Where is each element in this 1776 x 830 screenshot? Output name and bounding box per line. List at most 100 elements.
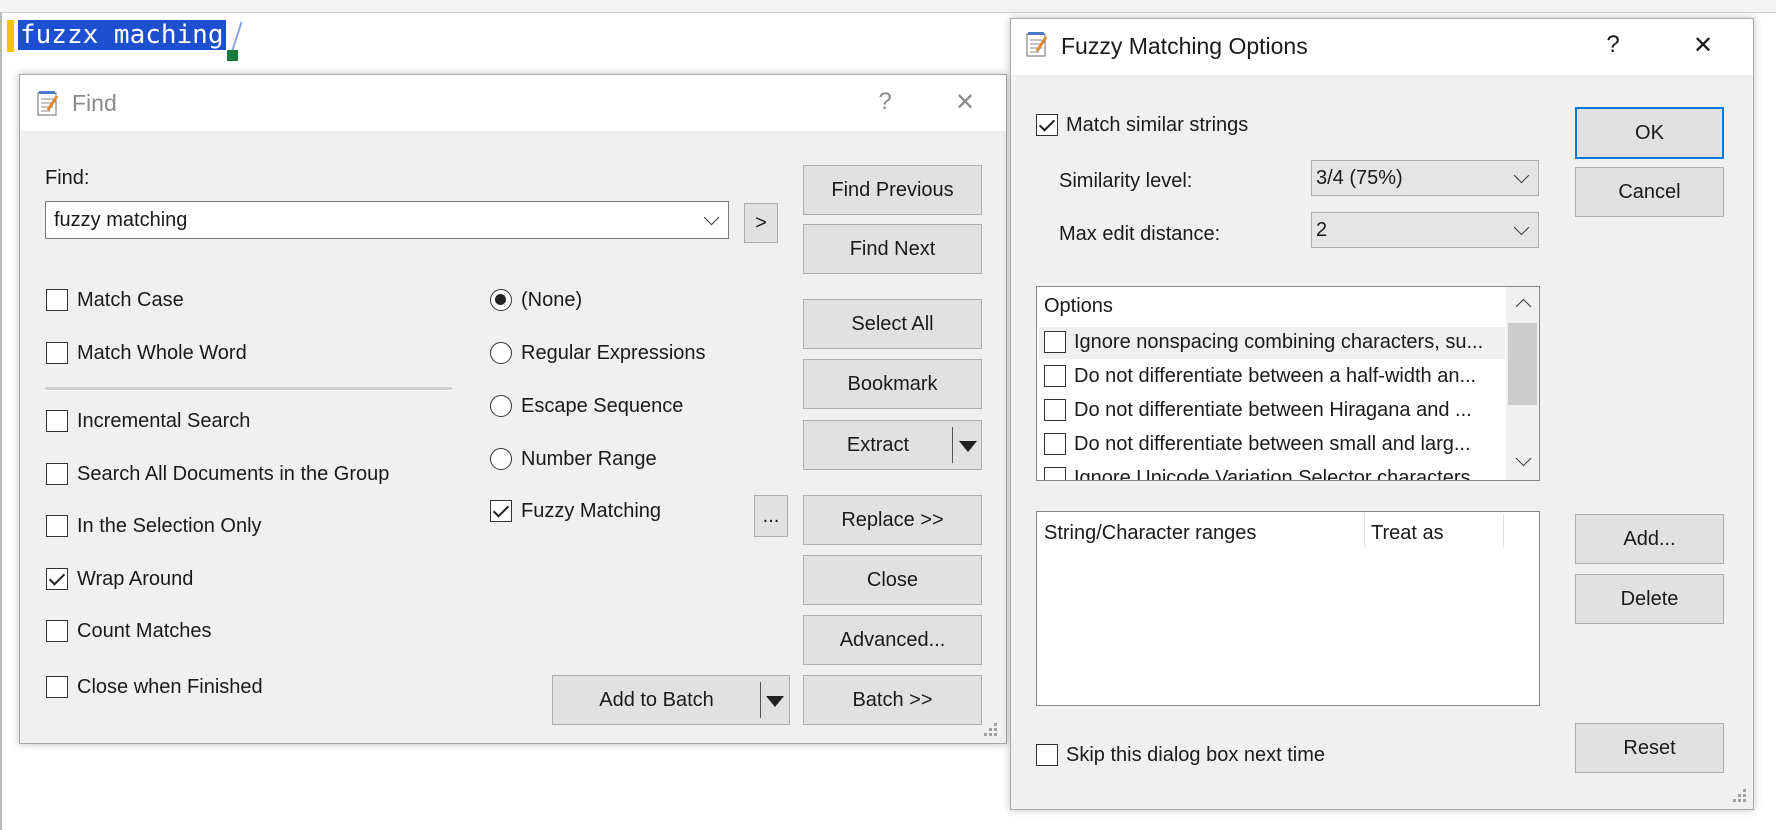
max-edit-distance-label: Max edit distance:: [1059, 223, 1221, 245]
find-previous-button[interactable]: Find Previous: [803, 165, 982, 215]
option-label: Do not differentiate between a half-widt…: [1074, 365, 1477, 387]
chevron-down-icon[interactable]: [703, 209, 720, 226]
resize-grip-icon[interactable]: [1733, 789, 1747, 803]
cancel-button[interactable]: Cancel: [1575, 167, 1724, 217]
editor-left-border: [0, 12, 2, 830]
change-marker: [7, 20, 14, 52]
option-checkbox[interactable]: [1044, 331, 1066, 353]
option-checkbox[interactable]: [1044, 399, 1066, 421]
option-label: Ignore nonspacing combining characters, …: [1074, 331, 1484, 353]
wrap-around-checkbox[interactable]: [46, 568, 68, 590]
column-divider: [1364, 514, 1365, 548]
ranges-table[interactable]: String/Character ranges Treat as: [1036, 511, 1540, 706]
separator: [45, 387, 452, 391]
reset-button[interactable]: Reset: [1575, 723, 1724, 773]
radio-number-range[interactable]: [490, 448, 512, 470]
extract-split-separator: [952, 427, 953, 463]
ok-button[interactable]: OK: [1575, 107, 1724, 159]
skip-dialog-label: Skip this dialog box next time: [1066, 744, 1326, 766]
extract-button-label: Extract: [846, 433, 910, 456]
close-when-finished-label: Close when Finished: [77, 676, 263, 698]
delete-button[interactable]: Delete: [1575, 574, 1724, 624]
search-all-documents-checkbox[interactable]: [46, 463, 68, 485]
batch-button[interactable]: Batch >>: [803, 675, 982, 725]
editor-tab-strip: [0, 0, 1776, 13]
fuzzy-matching-checkbox[interactable]: [490, 500, 512, 522]
fuzzy-matching-label: Fuzzy Matching: [521, 500, 662, 522]
option-label: Ignore Unicode Variation Selector charac…: [1074, 467, 1471, 481]
find-next-button[interactable]: Find Next: [803, 224, 982, 274]
replace-button[interactable]: Replace >>: [803, 495, 982, 545]
fuzzy-close-icon[interactable]: ✕: [1683, 31, 1723, 60]
resize-grip-icon[interactable]: [984, 723, 998, 737]
count-matches-label: Count Matches: [77, 620, 212, 642]
radio-escape-sequence[interactable]: [490, 395, 512, 417]
count-matches-checkbox[interactable]: [46, 620, 68, 642]
option-checkbox[interactable]: [1044, 467, 1066, 480]
select-all-button[interactable]: Select All: [803, 299, 982, 349]
match-case-label: Match Case: [77, 289, 184, 311]
match-whole-word-checkbox[interactable]: [46, 342, 68, 364]
fuzzy-title: Fuzzy Matching Options: [1061, 33, 1308, 59]
radio-number-range-label: Number Range: [521, 448, 657, 470]
extract-split-button[interactable]: Extract: [803, 420, 982, 470]
chevron-down-icon[interactable]: [1513, 219, 1530, 236]
match-whole-word-label: Match Whole Word: [77, 342, 247, 364]
fuzzy-titlebar: Fuzzy Matching Options ? ✕: [1011, 19, 1753, 75]
find-history-button[interactable]: >: [744, 203, 778, 243]
chevron-down-icon[interactable]: [1513, 167, 1530, 184]
scrollbar-thumb[interactable]: [1508, 323, 1537, 405]
match-case-checkbox[interactable]: [46, 289, 68, 311]
find-close-icon[interactable]: ✕: [945, 88, 985, 117]
notepad-icon: [1026, 32, 1048, 57]
max-edit-distance-value: 2: [1316, 218, 1328, 241]
advanced-button[interactable]: Advanced...: [803, 615, 982, 665]
max-edit-distance-select[interactable]: 2: [1311, 212, 1539, 248]
option-label: Do not differentiate between small and l…: [1074, 433, 1471, 455]
match-similar-checkbox[interactable]: [1036, 114, 1058, 136]
close-button[interactable]: Close: [803, 555, 982, 605]
find-help-button[interactable]: ?: [865, 88, 905, 116]
option-checkbox[interactable]: [1044, 365, 1066, 387]
add-button[interactable]: Add...: [1575, 514, 1724, 564]
incremental-search-checkbox[interactable]: [46, 410, 68, 432]
radio-none-label: (None): [521, 289, 583, 311]
find-title: Find: [72, 90, 117, 116]
dropdown-arrow-icon[interactable]: [766, 696, 784, 707]
scroll-up-icon[interactable]: [1515, 298, 1532, 315]
find-titlebar: Find ? ✕: [20, 75, 1006, 131]
column-divider: [1503, 514, 1504, 548]
radio-none[interactable]: [490, 289, 512, 311]
editor-selected-text[interactable]: fuzzx maching: [18, 20, 226, 50]
similarity-level-select[interactable]: 3/4 (75%): [1311, 160, 1539, 196]
match-similar-label: Match similar strings: [1066, 114, 1249, 136]
treat-as-column-header[interactable]: Treat as: [1371, 522, 1444, 545]
radio-regular-expressions[interactable]: [490, 342, 512, 364]
wrap-around-label: Wrap Around: [77, 568, 194, 590]
options-list[interactable]: Options Ignore nonspacing combining char…: [1036, 286, 1540, 481]
find-input[interactable]: fuzzy matching: [45, 201, 729, 239]
dropdown-arrow-icon[interactable]: [959, 441, 977, 452]
find-label: Find:: [45, 167, 90, 189]
scroll-down-icon[interactable]: [1515, 450, 1532, 467]
editor-caret: [231, 22, 243, 50]
add-to-batch-split-button[interactable]: Add to Batch: [552, 675, 790, 725]
search-all-documents-label: Search All Documents in the Group: [77, 463, 390, 485]
radio-regular-expressions-label: Regular Expressions: [521, 342, 706, 364]
similarity-level-label: Similarity level:: [1059, 170, 1193, 192]
radio-escape-sequence-label: Escape Sequence: [521, 395, 684, 417]
selection-only-checkbox[interactable]: [46, 515, 68, 537]
close-when-finished-checkbox[interactable]: [46, 676, 68, 698]
bookmark-button[interactable]: Bookmark: [803, 359, 982, 409]
fuzzy-help-button[interactable]: ?: [1593, 31, 1633, 59]
fuzzy-dialog: Fuzzy Matching Options ? ✕ Match similar…: [1010, 18, 1754, 810]
option-checkbox[interactable]: [1044, 433, 1066, 455]
options-scrollbar[interactable]: [1506, 287, 1539, 480]
fuzzy-options-button[interactable]: ...: [754, 495, 788, 537]
editor-marker: [227, 50, 238, 61]
options-header: Options: [1044, 295, 1113, 317]
add-to-batch-label: Add to Batch: [599, 688, 714, 711]
incremental-search-label: Incremental Search: [77, 410, 251, 432]
ranges-column-header[interactable]: String/Character ranges: [1044, 522, 1256, 545]
skip-dialog-checkbox[interactable]: [1036, 744, 1058, 766]
